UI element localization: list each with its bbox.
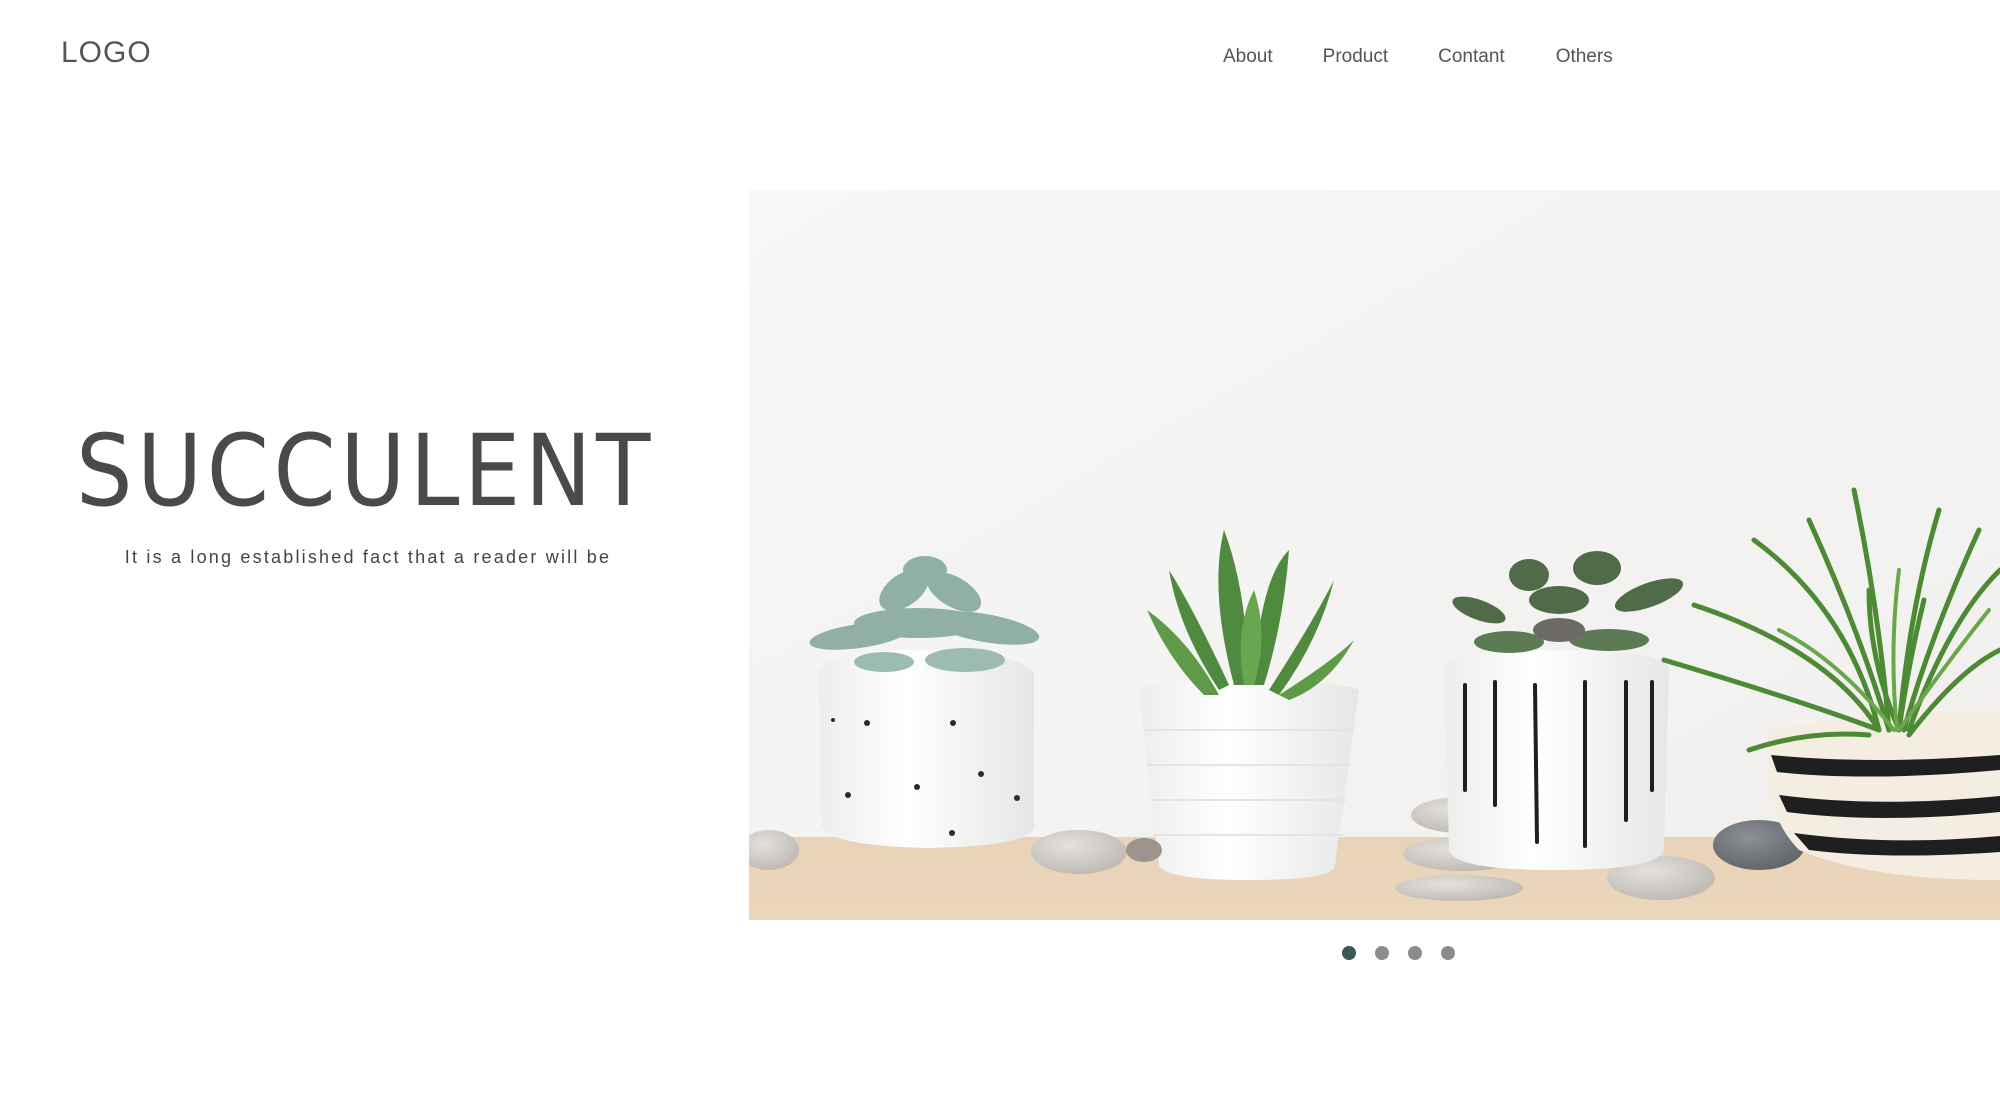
hero-title: SUCCULENT <box>76 414 655 529</box>
nav-item-product[interactable]: Product <box>1323 46 1388 68</box>
nav-item-others[interactable]: Others <box>1556 46 1613 68</box>
hero-image <box>749 190 2000 920</box>
landing-page: LOGO About Product Contant Others SUCCUL… <box>0 0 2000 1112</box>
logo-link[interactable]: LOGO <box>61 36 152 70</box>
photo-image <box>749 190 2000 920</box>
main-nav: About Product Contant Others <box>1223 46 1663 68</box>
carousel-indicators <box>1342 946 1474 960</box>
carousel-dot-3[interactable] <box>1408 946 1422 960</box>
carousel-dot-2[interactable] <box>1375 946 1389 960</box>
hero-subtitle: It is a long established fact that a rea… <box>124 547 612 567</box>
nav-item-about[interactable]: About <box>1223 46 1273 68</box>
carousel-dot-4[interactable] <box>1441 946 1455 960</box>
carousel-dot-1[interactable] <box>1342 946 1356 960</box>
nav-item-contant[interactable]: Contant <box>1438 46 1505 68</box>
